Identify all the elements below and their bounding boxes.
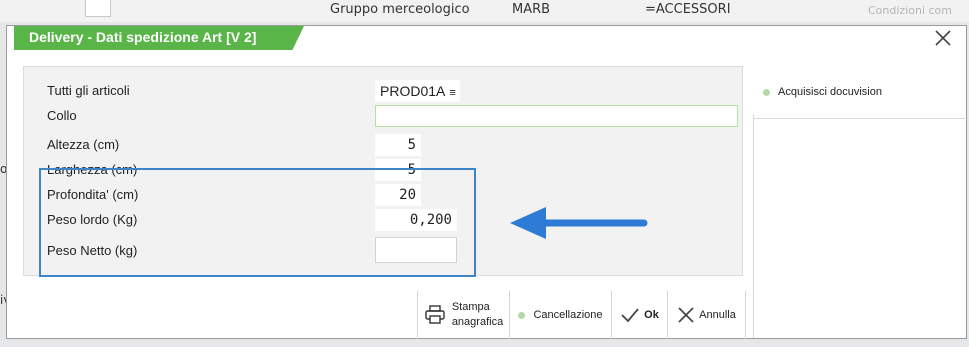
peso-lordo-input[interactable]: 0,200 <box>375 209 457 231</box>
collo-input[interactable] <box>375 105 738 127</box>
background-right-label: Condizioni com <box>868 4 952 17</box>
side-divider <box>753 114 754 338</box>
dot-icon <box>763 88 770 96</box>
dialog-title: Delivery - Dati spedizione Art [V 2] <box>29 29 257 45</box>
peso-netto-input[interactable] <box>375 237 457 263</box>
menu-lines-icon[interactable]: ≡ <box>449 87 455 99</box>
background-group-label: Gruppo merceologico <box>330 2 470 17</box>
background-header <box>0 0 969 22</box>
anagrafica-label: anagrafica <box>451 316 504 328</box>
stampa-anagrafica-button[interactable]: Stampa anagrafica <box>417 291 509 339</box>
cancellazione-label: Cancellazione <box>533 309 603 321</box>
field-label-profondita: Profondita' (cm) <box>47 187 139 202</box>
check-icon <box>621 308 639 323</box>
x-icon <box>678 307 694 323</box>
field-label-larghezza: Larghezza (cm) <box>47 162 138 177</box>
annulla-label: Annulla <box>699 309 736 321</box>
background-group-code: MARB <box>512 2 551 17</box>
field-label-altezza: Altezza (cm) <box>47 137 120 152</box>
field-label-peso-lordo: Peso lordo (Kg) <box>47 212 138 227</box>
profondita-input[interactable]: 20 <box>375 184 421 206</box>
stampa-label: Stampa <box>451 301 490 313</box>
form-panel: Tutti gli articoli PROD01A ≡ Collo Altezz… <box>23 66 743 277</box>
delivery-dialog: Delivery - Dati spedizione Art [V 2] Tut… <box>6 25 968 339</box>
altezza-input[interactable]: 5 <box>375 134 421 156</box>
close-icon[interactable] <box>933 28 953 48</box>
annulla-button[interactable]: Annulla <box>667 291 745 339</box>
field-label-collo: Collo <box>47 108 77 123</box>
articoli-value: PROD01A <box>380 83 446 99</box>
background-checkbox <box>85 0 111 17</box>
dot-icon <box>518 311 526 319</box>
cancellazione-button[interactable]: Cancellazione <box>509 291 611 339</box>
field-label-peso-netto: Peso Netto (kg) <box>47 243 138 258</box>
background-group-value: =ACCESSORI <box>645 2 731 17</box>
ok-label: Ok <box>644 309 659 321</box>
larghezza-input[interactable]: 5 <box>375 159 421 181</box>
arrow-left-icon <box>510 207 648 239</box>
acquisisci-docuvision-action[interactable]: Acquisisci docuvision <box>763 86 882 98</box>
articoli-input[interactable]: PROD01A ≡ <box>375 80 460 102</box>
acquisisci-docuvision-label: Acquisisci docuvision <box>778 86 882 98</box>
ok-button[interactable]: Ok <box>611 291 667 339</box>
field-label-articoli: Tutti gli articoli <box>47 83 130 98</box>
side-panel: Acquisisci docuvision <box>753 66 968 119</box>
toolbar-divider <box>745 291 746 339</box>
printer-icon <box>425 305 445 324</box>
